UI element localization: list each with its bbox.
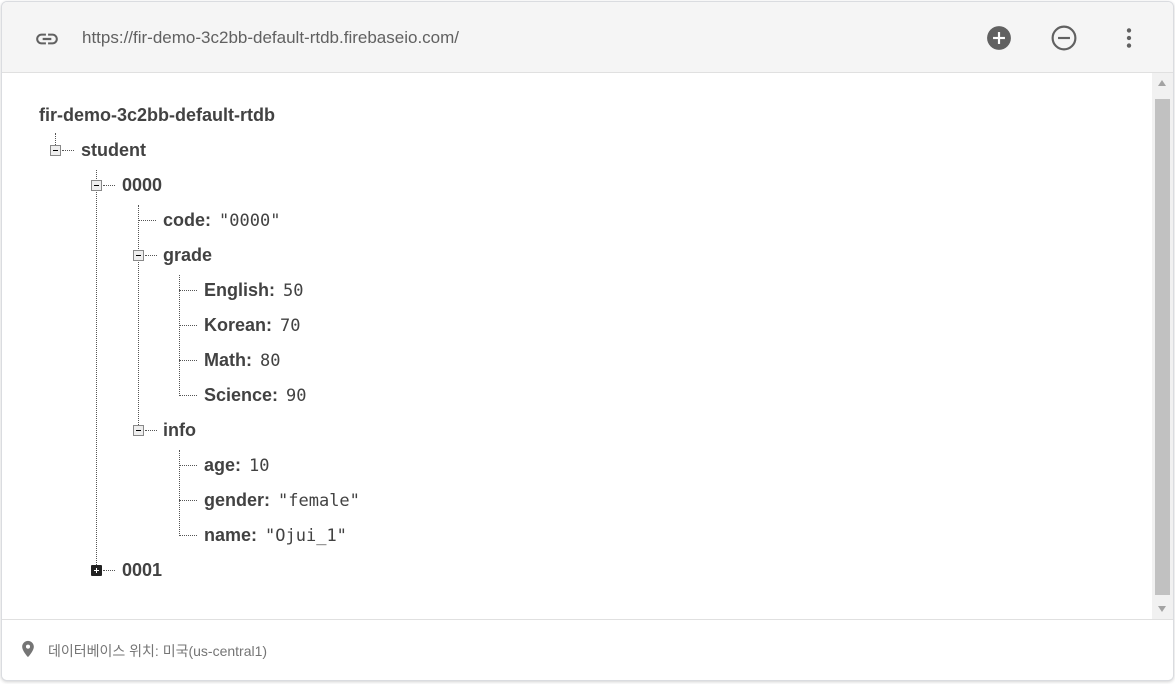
tree-node-grade[interactable]: grade	[163, 244, 212, 266]
tree-leaf-code[interactable]: code: "0000"	[163, 209, 280, 232]
tree-connector	[179, 275, 180, 396]
link-icon[interactable]	[34, 26, 60, 52]
tree-root[interactable]: fir-demo-3c2bb-default-rtdb	[39, 104, 275, 126]
tree-leaf-korean[interactable]: Korean: 70	[204, 314, 301, 337]
node-key: 0000	[122, 175, 163, 195]
node-key: 0001	[122, 560, 163, 580]
remove-circle-icon[interactable]	[1051, 25, 1077, 51]
data-tree: fir-demo-3c2bb-default-rtdb student 0000…	[2, 73, 1152, 619]
leaf-key: gender	[204, 490, 265, 510]
leaf-value[interactable]: "Ojui_1"	[265, 526, 347, 546]
footer: 데이터베이스 위치: 미국(us-central1)	[2, 619, 1173, 680]
tree-node-0001[interactable]: 0001	[122, 559, 162, 581]
collapse-grade-toggle[interactable]	[133, 250, 144, 261]
tree-connector	[179, 535, 197, 536]
vertical-scrollbar[interactable]	[1152, 73, 1173, 619]
leaf-key: Math	[204, 350, 246, 370]
collapse-student-toggle[interactable]	[50, 145, 61, 156]
expand-0001-toggle[interactable]	[91, 565, 102, 576]
leaf-key: Science	[204, 385, 273, 405]
leaf-value[interactable]: 10	[249, 456, 269, 476]
leaf-value[interactable]: 90	[286, 386, 306, 406]
tree-connector	[179, 465, 197, 466]
leaf-key: age	[204, 455, 236, 475]
leaf-value[interactable]: "0000"	[219, 211, 280, 231]
tree-connector	[179, 395, 197, 396]
collapse-0000-toggle[interactable]	[91, 180, 102, 191]
tree-leaf-gender[interactable]: gender: "female"	[204, 489, 360, 512]
database-panel: https://fir-demo-3c2bb-default-rtdb.fire…	[1, 1, 1174, 681]
tree-connector	[179, 325, 197, 326]
more-vert-icon[interactable]	[1116, 25, 1142, 51]
scroll-down-arrow[interactable]	[1158, 606, 1166, 612]
leaf-key: name	[204, 525, 252, 545]
tree-leaf-name[interactable]: name: "Ojui_1"	[204, 524, 347, 547]
tree-node-0000[interactable]: 0000	[122, 174, 162, 196]
node-key: info	[163, 420, 196, 440]
add-circle-icon[interactable]	[986, 25, 1012, 51]
scroll-up-arrow[interactable]	[1158, 80, 1166, 86]
scrollbar-thumb[interactable]	[1155, 99, 1170, 595]
tree-node-student[interactable]: student	[81, 139, 146, 161]
leaf-key: Korean	[204, 315, 267, 335]
leaf-value[interactable]: 50	[283, 281, 303, 301]
tree-connector	[179, 500, 197, 501]
collapse-info-toggle[interactable]	[133, 425, 144, 436]
leaf-value[interactable]: "female"	[278, 491, 360, 511]
tree-connector	[145, 430, 157, 431]
tree-connector	[138, 205, 139, 431]
location-pin-icon	[21, 640, 35, 663]
tree-leaf-english[interactable]: English: 50	[204, 279, 304, 302]
root-key: fir-demo-3c2bb-default-rtdb	[39, 105, 275, 125]
node-key: grade	[163, 245, 213, 265]
tree-connector	[179, 360, 197, 361]
tree-connector	[62, 150, 74, 151]
tree-node-info[interactable]: info	[163, 419, 196, 441]
tree-leaf-science[interactable]: Science: 90	[204, 384, 307, 407]
key-separator: :	[269, 280, 276, 300]
key-separator: :	[205, 210, 212, 230]
tree-connector	[103, 185, 115, 186]
database-location: 데이터베이스 위치: 미국(us-central1)	[48, 643, 268, 659]
tree-connector	[179, 450, 180, 536]
tree-leaf-math[interactable]: Math: 80	[204, 349, 280, 372]
node-key: student	[81, 140, 146, 160]
leaf-key: code	[163, 210, 206, 230]
key-separator: :	[235, 455, 242, 475]
tree-leaf-age[interactable]: age: 10	[204, 454, 270, 477]
database-url[interactable]: https://fir-demo-3c2bb-default-rtdb.fire…	[82, 28, 459, 48]
tree-connector	[96, 170, 97, 571]
key-separator: :	[272, 385, 279, 405]
key-separator: :	[266, 315, 273, 335]
key-separator: :	[246, 350, 252, 370]
leaf-key: English	[204, 280, 270, 300]
tree-connector	[138, 220, 156, 221]
tree-connector	[103, 570, 115, 571]
key-separator: :	[264, 490, 271, 510]
tree-connector	[179, 290, 197, 291]
toolbar: https://fir-demo-3c2bb-default-rtdb.fire…	[2, 2, 1173, 73]
leaf-value[interactable]: 80	[260, 351, 280, 371]
leaf-value[interactable]: 70	[280, 316, 300, 336]
tree-connector	[145, 255, 157, 256]
key-separator: :	[251, 525, 258, 545]
